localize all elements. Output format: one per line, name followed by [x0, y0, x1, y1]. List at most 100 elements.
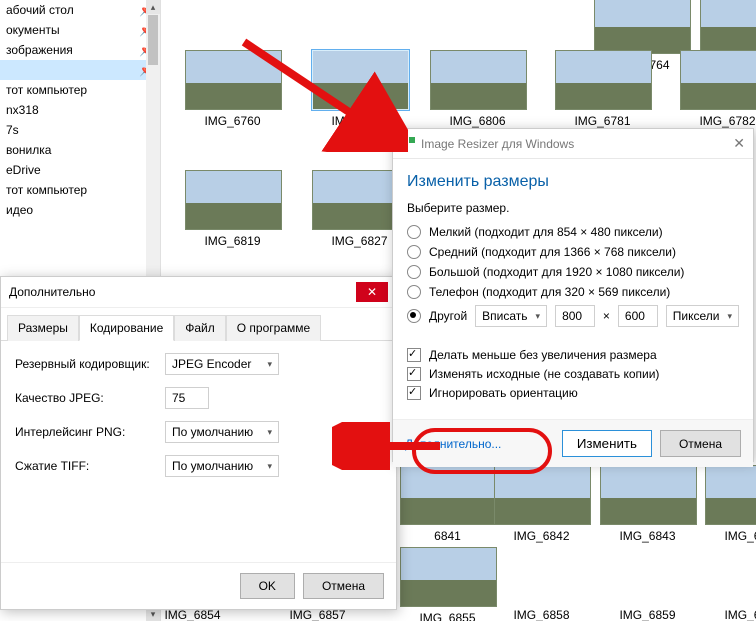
units-value: Пиксели	[673, 309, 720, 323]
tab-2[interactable]: Файл	[174, 315, 226, 341]
cancel-button[interactable]: Отмена	[303, 573, 384, 599]
units-select[interactable]: Пиксели ▾	[666, 305, 739, 327]
sidebar-item[interactable]: вонилка	[0, 140, 160, 160]
custom-label: Другой	[429, 309, 467, 323]
close-icon[interactable]: ✕	[356, 282, 388, 302]
advanced-link[interactable]: Дополнительно...	[405, 437, 501, 451]
scroll-up-icon[interactable]: ▴	[146, 0, 160, 14]
sidebar-item[interactable]: eDrive	[0, 160, 160, 180]
checkbox-label: Изменять исходные (не создавать копии)	[429, 367, 659, 381]
dialog-titlebar: Дополнительно ✕	[1, 277, 396, 308]
resizer-heading: Изменить размеры	[407, 173, 739, 191]
file-tile[interactable]: IMG_6858	[494, 604, 589, 621]
jpeg-quality-value: 75	[172, 391, 185, 405]
tab-3[interactable]: О программе	[226, 315, 321, 341]
radio-icon	[407, 245, 421, 259]
radio-icon	[407, 285, 421, 299]
dialog-title: Дополнительно	[9, 285, 95, 299]
file-thumbnail	[400, 465, 497, 525]
checkbox-icon	[407, 348, 421, 362]
checkbox-icon	[407, 386, 421, 400]
file-label: IMG_6819	[185, 234, 280, 248]
size-option-0[interactable]: Мелкий (подходит для 854 × 480 пиксели)	[407, 225, 739, 239]
close-icon[interactable]: ✕	[733, 135, 745, 152]
height-input[interactable]: 600	[618, 305, 658, 327]
checkbox-ignore-orientation[interactable]: Игнорировать ориентацию	[407, 386, 739, 400]
file-thumbnail	[555, 50, 652, 110]
size-option-custom[interactable]: Другой Вписать ▾ 800 × 600 Пиксели ▾	[407, 305, 739, 327]
sidebar-item-label: вонилка	[6, 143, 51, 157]
checkbox-shrink-only[interactable]: Делать меньше без увеличения размера	[407, 348, 739, 362]
file-tile[interactable]: IMG_6782	[680, 50, 756, 128]
size-option-1[interactable]: Средний (подходит для 1366 × 768 пиксели…	[407, 245, 739, 259]
chevron-down-icon: ▾	[267, 359, 272, 370]
file-tile[interactable]: IMG_6859	[600, 604, 695, 621]
file-tile[interactable]: IMG_6781	[555, 50, 650, 128]
radio-icon	[407, 309, 421, 323]
size-option-2[interactable]: Большой (подходит для 1920 × 1080 пиксел…	[407, 265, 739, 279]
file-tile[interactable]: IMG_6842	[494, 465, 589, 543]
file-label: IMG_6844	[705, 529, 756, 543]
file-label: IMG_6781	[555, 114, 650, 128]
sidebar-item[interactable]: зображения📌	[0, 40, 160, 60]
cancel-button[interactable]: Отмена	[660, 430, 741, 457]
file-tile[interactable]: IMG_6803	[312, 50, 407, 128]
sidebar-item[interactable]: идео	[0, 200, 160, 220]
tab-0[interactable]: Размеры	[7, 315, 79, 341]
chevron-down-icon: ▾	[727, 311, 732, 322]
chevron-down-icon: ▾	[267, 461, 272, 472]
tab-1[interactable]: Кодирование	[79, 315, 174, 341]
png-interlace-select[interactable]: По умолчанию ▾	[165, 421, 279, 443]
file-tile[interactable]: 6841	[400, 465, 495, 543]
ok-button[interactable]: OK	[240, 573, 295, 599]
file-tile[interactable]: IMG_6806	[430, 50, 525, 128]
file-label: IMG_6806	[430, 114, 525, 128]
sidebar-item-label: тот компьютер	[6, 183, 87, 197]
sidebar-item[interactable]: 7s	[0, 120, 160, 140]
fit-mode-select[interactable]: Вписать ▾	[475, 305, 547, 327]
sidebar-item[interactable]: тот компьютер	[0, 180, 160, 200]
resizer-titlebar: Image Resizer для Windows ✕	[393, 129, 753, 159]
radio-label: Средний (подходит для 1366 × 768 пиксели…	[429, 245, 676, 259]
png-interlace-label: Интерлейсинг PNG:	[15, 425, 165, 439]
sidebar-item[interactable]: 📌	[0, 60, 160, 80]
width-input[interactable]: 800	[555, 305, 595, 327]
sidebar-item-label: зображения	[6, 43, 73, 57]
tiff-compress-select[interactable]: По умолчанию ▾	[165, 455, 279, 477]
sidebar-item[interactable]: абочий стол📌	[0, 0, 160, 20]
radio-icon	[407, 265, 421, 279]
app-title: Image Resizer для Windows	[421, 137, 574, 151]
jpeg-quality-input[interactable]: 75	[165, 387, 209, 409]
file-thumbnail	[185, 170, 282, 230]
sidebar-item[interactable]: окументы📌	[0, 20, 160, 40]
backup-encoder-label: Резервный кодировщик:	[15, 357, 165, 371]
file-tile[interactable]: IMG_6850	[705, 604, 756, 621]
file-thumbnail	[400, 547, 497, 607]
file-tile[interactable]: IMG_6819	[185, 170, 280, 248]
fit-mode-value: Вписать	[482, 309, 527, 323]
file-tile[interactable]: IMG_6855	[400, 547, 495, 621]
backup-encoder-select[interactable]: JPEG Encoder ▾	[165, 353, 279, 375]
file-label: IMG_6782	[680, 114, 756, 128]
file-tile[interactable]: IMG_6843	[600, 465, 695, 543]
file-tile[interactable]: IMG_6844	[705, 465, 756, 543]
file-label: IMG_6842	[494, 529, 589, 543]
resize-button[interactable]: Изменить	[562, 430, 652, 457]
sidebar-item-label: окументы	[6, 23, 60, 37]
chevron-down-icon: ▾	[536, 311, 541, 322]
file-thumbnail	[430, 50, 527, 110]
chevron-down-icon: ▾	[267, 427, 272, 438]
file-thumbnail	[594, 0, 691, 54]
checkbox-icon	[407, 367, 421, 381]
file-tile[interactable]: IMG_6760	[185, 50, 280, 128]
radio-label: Телефон (подходит для 320 × 569 пиксели)	[429, 285, 670, 299]
scroll-thumb[interactable]	[148, 15, 158, 65]
file-label: IMG_6859	[600, 608, 695, 621]
size-option-3[interactable]: Телефон (подходит для 320 × 569 пиксели)	[407, 285, 739, 299]
checkbox-replace-originals[interactable]: Изменять исходные (не создавать копии)	[407, 367, 739, 381]
sidebar-item[interactable]: nx318	[0, 100, 160, 120]
sidebar-item[interactable]: тот компьютер	[0, 80, 160, 100]
file-thumbnail	[185, 50, 282, 110]
tab-body-encoding: Резервный кодировщик: JPEG Encoder ▾ Кач…	[1, 341, 396, 501]
file-thumbnail	[700, 0, 756, 54]
